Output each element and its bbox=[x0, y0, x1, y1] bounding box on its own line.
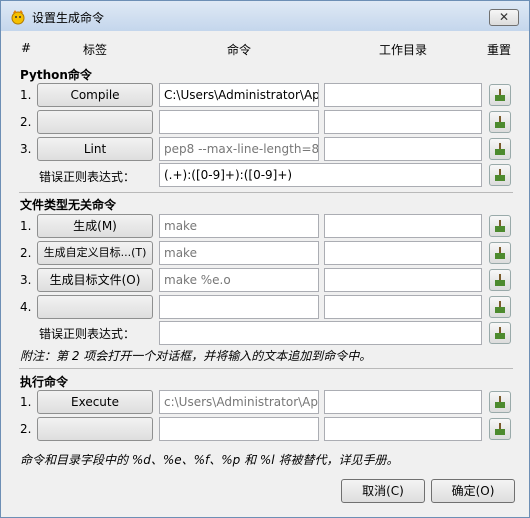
cancel-button-label: 取消(C) bbox=[362, 484, 404, 498]
python-row-3-reset-button[interactable] bbox=[489, 138, 511, 160]
execute-row-2-num: 2. bbox=[20, 422, 32, 436]
independent-row-1-label-button[interactable]: 生成(M) bbox=[37, 214, 153, 238]
python-row-3-num: 3. bbox=[20, 142, 32, 156]
execute-row-1-command-field[interactable]: c:\Users\Administrator\Ap bbox=[159, 390, 319, 414]
section-independent-heading: 文件类型无关命令 bbox=[20, 198, 117, 212]
independent-row-4-reset-button[interactable] bbox=[489, 296, 511, 318]
independent-row-3-reset-button[interactable] bbox=[489, 269, 511, 291]
python-row-1-label-button[interactable]: Compile bbox=[37, 83, 153, 107]
broom-icon bbox=[495, 423, 505, 435]
close-icon: ✕ bbox=[498, 10, 510, 24]
execute-row-1-label-button[interactable]: Execute bbox=[37, 390, 153, 414]
independent-row-1-num: 1. bbox=[20, 219, 32, 233]
column-header-label: 标签 bbox=[83, 43, 108, 57]
python-row-2-num: 2. bbox=[20, 115, 32, 129]
independent-row-2-reset-button[interactable] bbox=[489, 242, 511, 264]
broom-icon bbox=[495, 247, 505, 259]
execute-row-1-num: 1. bbox=[20, 395, 32, 409]
column-header-command: 命令 bbox=[227, 43, 252, 57]
column-header-workdir: 工作目录 bbox=[379, 43, 428, 57]
independent-regex-label: 错误正则表达式： bbox=[39, 327, 136, 341]
independent-row-3-num: 3. bbox=[20, 273, 32, 287]
python-row-1-label-text: Compile bbox=[70, 88, 120, 102]
independent-row-2-workdir-field[interactable] bbox=[324, 241, 482, 265]
python-row-3-workdir-field[interactable] bbox=[324, 137, 482, 161]
broom-icon bbox=[495, 143, 505, 155]
python-regex-label: 错误正则表达式： bbox=[39, 170, 136, 184]
python-row-3-label-button[interactable]: Lint bbox=[37, 137, 153, 161]
independent-row-4-num: 4. bbox=[20, 300, 32, 314]
python-row-2-workdir-field[interactable] bbox=[324, 110, 482, 134]
execute-row-1-label-text: Execute bbox=[71, 395, 119, 409]
python-regex-field[interactable]: (.+):([0-9]+):([0-9]+) bbox=[159, 163, 482, 187]
execute-row-1-workdir-field[interactable] bbox=[324, 390, 482, 414]
execute-row-1-reset-button[interactable] bbox=[489, 391, 511, 413]
app-icon bbox=[11, 10, 25, 25]
divider bbox=[19, 368, 513, 369]
divider bbox=[19, 192, 513, 193]
independent-row-2-num: 2. bbox=[20, 246, 32, 260]
python-row-2-reset-button[interactable] bbox=[489, 111, 511, 133]
section-python-heading: Python命令 bbox=[20, 68, 92, 82]
independent-row-1-command-field[interactable]: make bbox=[159, 214, 319, 238]
python-row-1-num: 1. bbox=[20, 88, 32, 102]
python-row-1-reset-button[interactable] bbox=[489, 84, 511, 106]
execute-row-2-workdir-field[interactable] bbox=[324, 417, 482, 441]
broom-icon bbox=[495, 169, 505, 181]
independent-regex-reset-button[interactable] bbox=[489, 322, 511, 344]
independent-row-3-command-field[interactable]: make %e.o bbox=[159, 268, 319, 292]
broom-icon bbox=[495, 89, 505, 101]
python-row-2-command-field[interactable] bbox=[159, 110, 319, 134]
independent-row-2-label-text: 生成自定义目标...(T) bbox=[43, 246, 147, 259]
independent-row-4-label-button[interactable] bbox=[37, 295, 153, 319]
broom-icon bbox=[495, 327, 505, 339]
title-bar: 设置生成命令 ✕ bbox=[1, 1, 529, 31]
ok-button[interactable]: 确定(O) bbox=[431, 479, 515, 503]
column-header-num: # bbox=[21, 41, 32, 55]
independent-row-3-label-button[interactable]: 生成目标文件(O) bbox=[37, 268, 153, 292]
broom-icon bbox=[495, 220, 505, 232]
independent-regex-field[interactable] bbox=[159, 321, 482, 345]
build-commands-dialog: 设置生成命令 ✕ # 标签 命令 工作目录 重置 Python命令 1. Com… bbox=[0, 0, 530, 518]
execute-row-2-reset-button[interactable] bbox=[489, 418, 511, 440]
cancel-button[interactable]: 取消(C) bbox=[341, 479, 425, 503]
execute-row-2-command-field[interactable] bbox=[159, 417, 319, 441]
independent-row-3-workdir-field[interactable] bbox=[324, 268, 482, 292]
broom-icon bbox=[495, 116, 505, 128]
independent-note: 附注：第 2 项会打开一个对话框，并将输入的文本追加到命令中。 bbox=[20, 349, 372, 363]
window-title: 设置生成命令 bbox=[32, 11, 105, 25]
independent-row-4-workdir-field[interactable] bbox=[324, 295, 482, 319]
close-button[interactable]: ✕ bbox=[489, 9, 519, 26]
independent-row-3-label-text: 生成目标文件(O) bbox=[49, 273, 141, 287]
independent-row-2-command-field[interactable]: make bbox=[159, 241, 319, 265]
broom-icon bbox=[495, 301, 505, 313]
python-row-2-label-button[interactable] bbox=[37, 110, 153, 134]
independent-row-4-command-field[interactable] bbox=[159, 295, 319, 319]
execute-row-2-label-button[interactable] bbox=[37, 417, 153, 441]
independent-row-1-label-text: 生成(M) bbox=[73, 219, 117, 233]
broom-icon bbox=[495, 274, 505, 286]
independent-row-2-label-button[interactable]: 生成自定义目标...(T) bbox=[37, 241, 153, 265]
footer-note: 命令和目录字段中的 %d、%e、%f、%p 和 %l 将被替代，详见手册。 bbox=[20, 453, 399, 467]
independent-row-1-workdir-field[interactable] bbox=[324, 214, 482, 238]
python-row-1-workdir-field[interactable] bbox=[324, 83, 482, 107]
python-row-1-command-field[interactable]: C:\Users\Administrator\Ap bbox=[159, 83, 319, 107]
independent-row-1-reset-button[interactable] bbox=[489, 215, 511, 237]
python-regex-reset-button[interactable] bbox=[489, 164, 511, 186]
python-row-3-command-field[interactable]: pep8 --max-line-length=80 bbox=[159, 137, 319, 161]
python-row-3-label-text: Lint bbox=[83, 142, 107, 156]
broom-icon bbox=[495, 396, 505, 408]
column-header-reset: 重置 bbox=[487, 43, 512, 57]
section-execute-heading: 执行命令 bbox=[20, 375, 69, 389]
ok-button-label: 确定(O) bbox=[451, 484, 495, 498]
